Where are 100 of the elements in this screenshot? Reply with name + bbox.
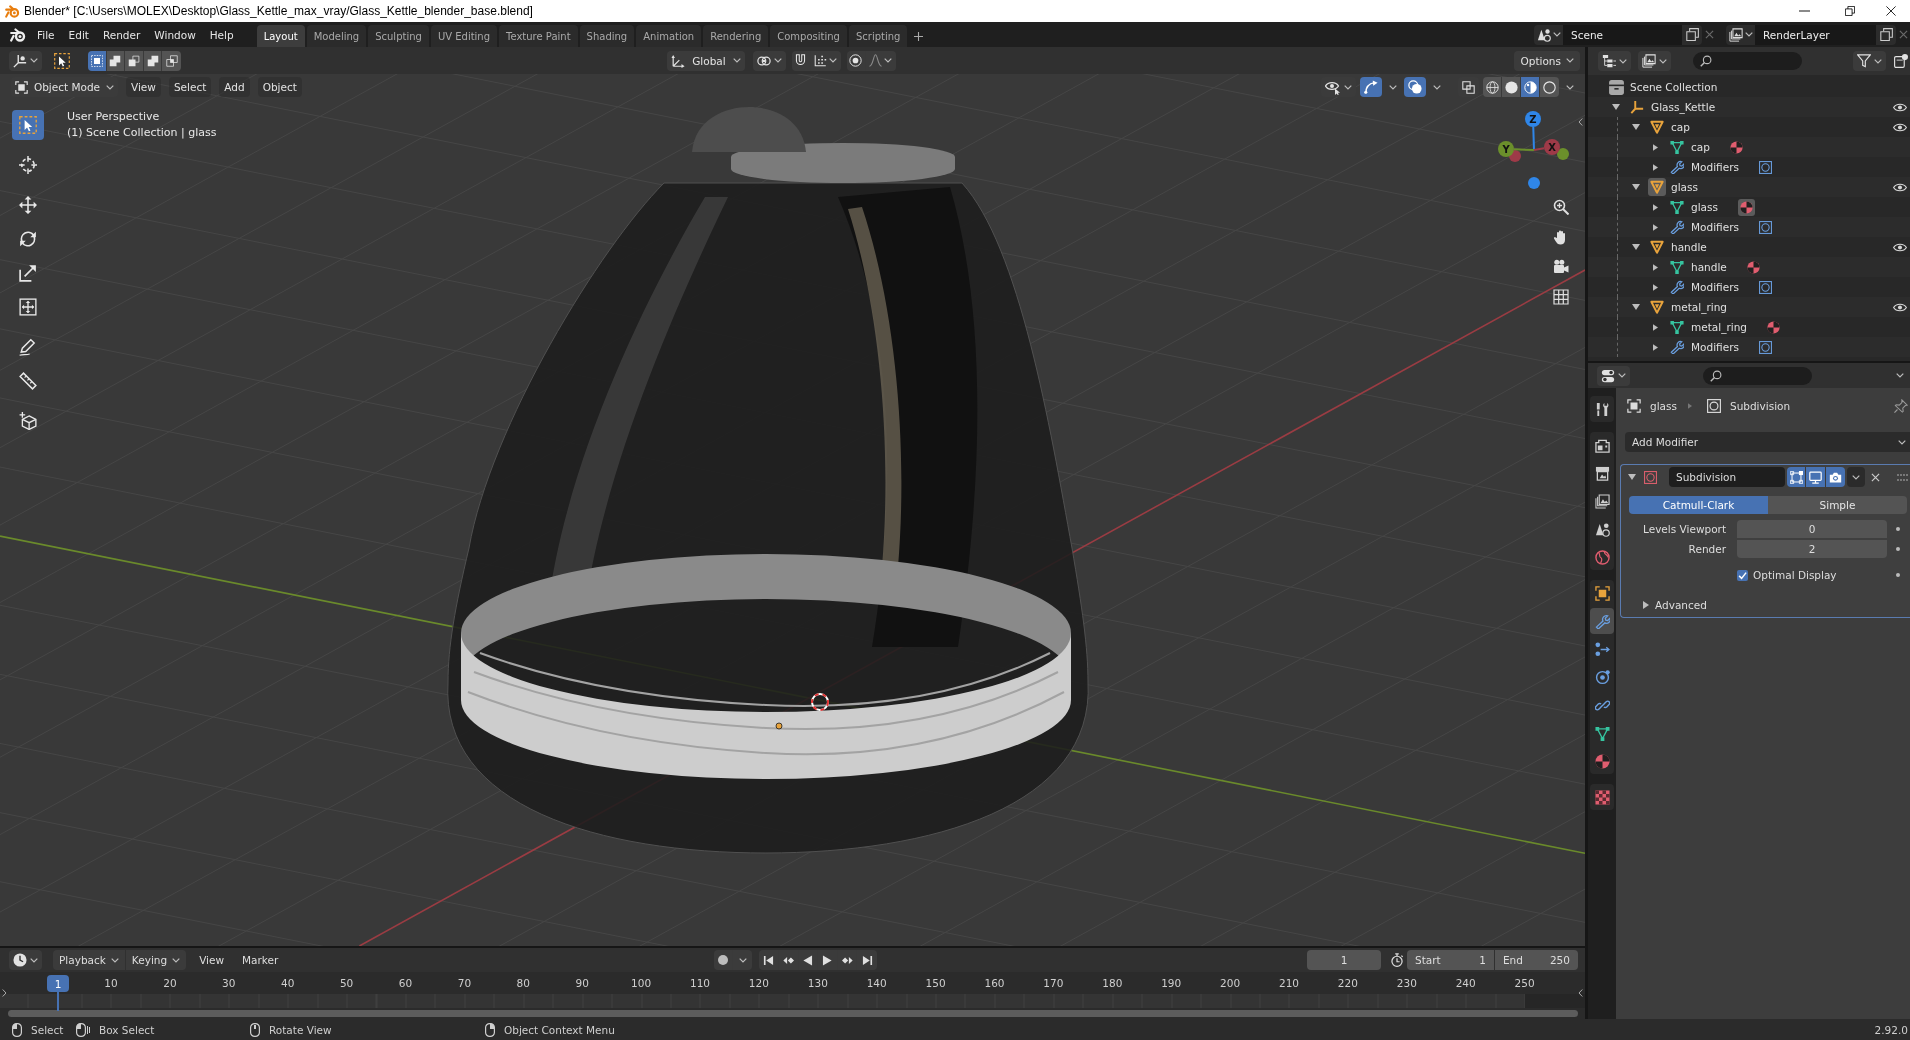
outliner-item[interactable]: handle [1588, 257, 1910, 277]
proportional-editing-toggle[interactable] [846, 50, 866, 71]
jump-to-end-button[interactable] [857, 950, 877, 970]
menu-item[interactable]: File [30, 24, 62, 45]
workspace-tab[interactable]: Scripting [848, 25, 908, 47]
menu-item[interactable]: Help [202, 24, 241, 45]
scene-browse-button[interactable] [1534, 24, 1563, 45]
filter-dropdown[interactable] [1853, 51, 1886, 71]
pin-icon[interactable] [1894, 399, 1908, 413]
outliner-item[interactable]: Glass_Kettle [1588, 97, 1910, 117]
editor-type-button[interactable] [9, 50, 42, 71]
kettle-drawing[interactable] [447, 107, 1089, 854]
preview-range-toggle[interactable] [1388, 950, 1406, 970]
options-dropdown[interactable]: Options [1514, 50, 1580, 71]
select-tool-button[interactable] [51, 50, 73, 71]
menu-item[interactable]: Marker [236, 950, 285, 970]
display-mode-dropdown[interactable] [1638, 51, 1671, 71]
dot-icon[interactable] [1896, 527, 1900, 531]
menu-item[interactable]: Add [219, 77, 250, 97]
shading-mode-button[interactable] [1540, 77, 1559, 97]
view-layer-browse-button[interactable] [1726, 24, 1755, 45]
outliner-item[interactable]: Scene Collection [1588, 77, 1910, 97]
start-frame-field[interactable]: Start 1 [1407, 950, 1494, 970]
edit-mode-toggle[interactable] [1787, 467, 1807, 487]
selection-mode-button[interactable] [88, 50, 107, 71]
gizmo-toggle[interactable] [1360, 77, 1382, 97]
workspace-tab[interactable]: Rendering [703, 25, 769, 47]
subpanel-header[interactable]: Advanced [1621, 596, 1910, 614]
scrollbar[interactable] [8, 1010, 1578, 1017]
shading-mode-button[interactable] [1483, 77, 1502, 97]
menu-item[interactable]: Render [95, 24, 148, 45]
falloff-dropdown[interactable] [865, 50, 896, 71]
shading-mode-button[interactable] [1502, 77, 1521, 97]
workspace-tab[interactable]: UV Editing [430, 25, 498, 47]
overlays-toggle[interactable] [1404, 77, 1426, 97]
modifier-name-field[interactable]: Subdivision [1669, 467, 1785, 487]
menu-item[interactable]: Edit [61, 24, 96, 45]
search-field[interactable] [1703, 366, 1812, 385]
axis-handle[interactable]: Z [1525, 111, 1541, 151]
outliner-item[interactable]: cap [1588, 137, 1910, 157]
pivot-point-dropdown[interactable] [752, 50, 786, 71]
menu-item[interactable]: Select [168, 77, 212, 97]
negative-axis-handle[interactable] [1557, 148, 1569, 160]
selection-mode-button[interactable] [143, 50, 163, 71]
menu-item[interactable]: Keying [125, 950, 188, 970]
expanded-triangle-icon[interactable] [1628, 474, 1636, 480]
axis-handle[interactable]: Y [1498, 141, 1535, 157]
editor-type-button[interactable] [9, 950, 42, 970]
workspace-tab[interactable]: Modeling [306, 25, 367, 47]
negative-axis-handle[interactable] [1528, 177, 1540, 189]
editor-type-button[interactable] [1598, 51, 1631, 71]
subdivision-type-button[interactable]: Simple [1768, 496, 1907, 514]
selection-mode-button[interactable] [125, 50, 144, 71]
new-collection-button[interactable] [1892, 51, 1910, 71]
play-reverse-button[interactable] [798, 950, 819, 970]
number-field[interactable]: 0 [1737, 520, 1887, 538]
view-layer-name-field[interactable]: RenderLayer [1755, 24, 1876, 45]
checkbox[interactable] [1737, 569, 1748, 581]
grip-dots-icon[interactable] [1897, 473, 1908, 481]
menu-item[interactable]: Playback [53, 950, 126, 970]
orientation-dropdown[interactable]: Global [666, 50, 745, 71]
workspace-tab[interactable]: Shading [579, 25, 635, 47]
workspace-tab[interactable]: Texture Paint [499, 25, 578, 47]
workspace-tab[interactable]: Sculpting [368, 25, 429, 47]
render-toggle[interactable] [1825, 467, 1845, 487]
editor-type-button[interactable] [1597, 365, 1630, 386]
menu-item[interactable]: View [193, 950, 231, 970]
checkbox-label[interactable]: Optimal Display [1753, 569, 1837, 581]
outliner-item[interactable]: glass [1588, 177, 1910, 197]
workspace-tab[interactable]: Compositing [770, 25, 847, 47]
workspace-tab[interactable]: Animation [636, 25, 702, 47]
outliner-item[interactable]: Modifiers [1588, 337, 1910, 357]
chevron-left-icon[interactable] [1578, 989, 1583, 997]
menu-item[interactable]: Window [147, 24, 203, 45]
subdivision-type-button[interactable]: Catmull-Clark [1629, 496, 1768, 514]
outliner-item[interactable]: metal_ring [1588, 297, 1910, 317]
current-frame-field[interactable]: 1 [1307, 950, 1381, 970]
number-field[interactable]: 2 [1737, 540, 1887, 558]
keying-set-dropdown[interactable] [733, 950, 753, 970]
auto-keying-toggle[interactable] [714, 950, 734, 970]
add-modifier-dropdown[interactable]: Add Modifier [1625, 432, 1910, 452]
tool-button[interactable] [12, 110, 44, 140]
scene-name-field[interactable]: Scene [1563, 24, 1682, 45]
snap-target-dropdown[interactable] [810, 50, 841, 71]
snap-toggle[interactable] [791, 50, 811, 71]
end-frame-field[interactable]: End 250 [1495, 950, 1578, 970]
selection-mode-button[interactable] [106, 50, 126, 71]
duplicate-view-layer-button[interactable] [1876, 24, 1896, 45]
dot-icon[interactable] [1896, 573, 1900, 577]
shading-mode-button[interactable] [1521, 77, 1540, 97]
selection-mode-button[interactable] [162, 50, 181, 71]
playhead[interactable]: 1 [47, 975, 69, 1011]
chevron-right-icon[interactable] [2, 989, 7, 997]
viewport-toggle[interactable] [1806, 467, 1826, 487]
menu-item[interactable]: View [126, 77, 161, 97]
search-field[interactable] [1693, 52, 1802, 70]
3d-viewport[interactable]: Global Options Object Mode View Select Add Object User Perspective (1) Scene Collection | glass Z Y X [0, 47, 1585, 946]
chevron-left-icon[interactable] [1578, 118, 1583, 126]
menu-item[interactable]: Object [257, 77, 302, 97]
outliner-item[interactable]: Modifiers [1588, 217, 1910, 237]
